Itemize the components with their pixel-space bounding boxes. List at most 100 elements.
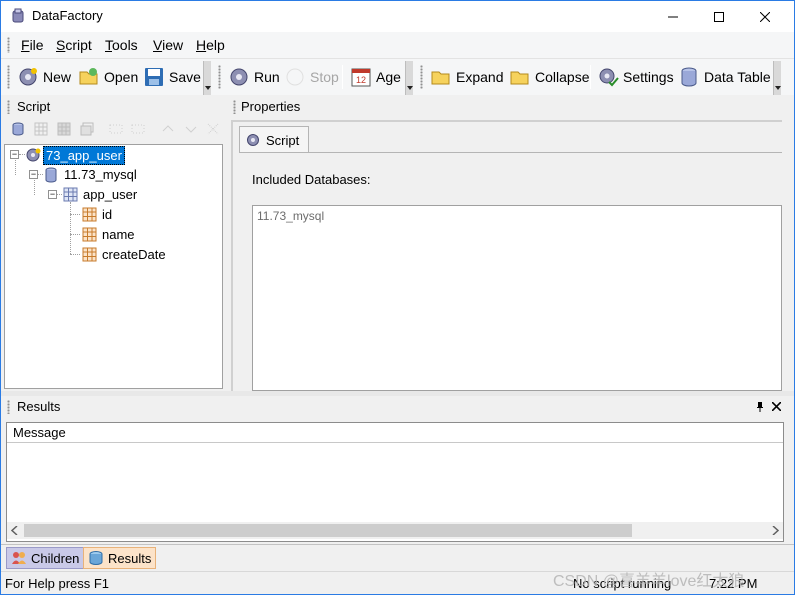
tables-icon[interactable] bbox=[80, 122, 94, 136]
script-gear-icon bbox=[26, 148, 41, 162]
expand-button[interactable]: Expand bbox=[428, 65, 505, 89]
results-list: Message bbox=[6, 422, 784, 542]
menu-tools[interactable]: Tools bbox=[105, 37, 138, 53]
age-button[interactable]: 12 Age bbox=[348, 65, 403, 89]
results-panel-title: Results bbox=[17, 399, 61, 414]
window-title: DataFactory bbox=[32, 8, 103, 23]
results-panel-header: Results bbox=[1, 396, 794, 418]
settings-button[interactable]: Settings bbox=[595, 65, 676, 89]
minimize-icon bbox=[668, 16, 678, 17]
gear-stop-icon bbox=[286, 68, 304, 86]
gear-settings-icon bbox=[599, 68, 619, 87]
gear-icon bbox=[247, 134, 259, 146]
tree-node-database[interactable]: 11.73_mysql bbox=[62, 166, 139, 183]
maximize-icon bbox=[714, 11, 724, 22]
collapse-button[interactable]: Collapse bbox=[507, 65, 591, 89]
tab-divider bbox=[239, 152, 782, 153]
new-button[interactable]: New bbox=[15, 65, 73, 89]
toolbar-overflow[interactable] bbox=[405, 61, 413, 95]
tab-results[interactable]: Results bbox=[83, 547, 157, 569]
people-icon bbox=[12, 552, 26, 564]
menu-view[interactable]: View bbox=[153, 37, 183, 53]
panel-grip bbox=[7, 100, 10, 114]
gear-run-icon bbox=[230, 68, 248, 86]
script-tree: − 73_app_user − 11.73_mysql − app_user i… bbox=[4, 144, 223, 389]
menu-script[interactable]: Script bbox=[56, 37, 92, 53]
panel-grip bbox=[233, 100, 236, 114]
tree-connector bbox=[38, 174, 43, 175]
dotted-box-icon[interactable] bbox=[109, 122, 123, 136]
tree-connector bbox=[70, 234, 80, 235]
included-databases-list[interactable]: 11.73_mysql bbox=[252, 205, 782, 391]
pin-icon[interactable] bbox=[755, 401, 765, 413]
minimize-button[interactable] bbox=[650, 1, 696, 32]
toolbar-grip bbox=[420, 65, 423, 89]
database-icon bbox=[681, 67, 697, 87]
tree-collapse-toggle[interactable]: − bbox=[29, 170, 38, 179]
toolbar-overflow[interactable] bbox=[203, 61, 211, 95]
tree-collapse-toggle[interactable]: − bbox=[10, 150, 19, 159]
tree-collapse-toggle[interactable]: − bbox=[48, 190, 57, 199]
dotted-box-icon[interactable] bbox=[131, 122, 145, 136]
maximize-button[interactable] bbox=[696, 1, 742, 32]
database-icon bbox=[45, 167, 57, 183]
scroll-left-icon[interactable] bbox=[11, 526, 19, 535]
tree-node-column[interactable]: name bbox=[100, 226, 137, 243]
column-icon bbox=[82, 207, 97, 222]
tree-connector bbox=[70, 254, 80, 255]
column-header-message[interactable]: Message bbox=[7, 423, 783, 443]
arrow-down-icon[interactable] bbox=[184, 122, 198, 136]
menu-help[interactable]: Help bbox=[196, 37, 225, 53]
data-table-button[interactable]: Data Table bbox=[676, 65, 773, 89]
tree-connector bbox=[70, 214, 80, 215]
menu-bar: File Script Tools View Help bbox=[1, 32, 794, 58]
svg-text:12: 12 bbox=[356, 75, 366, 85]
toolbar-grip bbox=[7, 65, 10, 89]
tab-script-label: Script bbox=[266, 132, 300, 148]
tab-script[interactable]: Script bbox=[239, 126, 309, 153]
column-icon bbox=[82, 227, 97, 242]
folder-collapse-icon bbox=[510, 71, 529, 85]
scroll-right-icon[interactable] bbox=[771, 526, 779, 535]
menu-file[interactable]: File bbox=[21, 37, 44, 53]
script-panel-title: Script bbox=[17, 99, 51, 114]
gear-new-icon bbox=[19, 68, 37, 86]
database-small-icon[interactable] bbox=[11, 122, 25, 136]
close-icon bbox=[760, 11, 770, 22]
arrow-up-icon[interactable] bbox=[161, 122, 175, 136]
folder-expand-icon bbox=[431, 71, 450, 85]
column-icon bbox=[82, 247, 97, 262]
toolbar-overflow[interactable] bbox=[773, 61, 781, 95]
close-button[interactable] bbox=[742, 1, 788, 32]
save-button[interactable]: Save bbox=[141, 65, 203, 89]
toolbar-grip bbox=[218, 65, 221, 89]
run-button[interactable]: Run bbox=[226, 65, 282, 89]
tree-node-script[interactable]: 73_app_user bbox=[43, 146, 125, 165]
app-icon bbox=[12, 8, 24, 23]
panel-grip bbox=[7, 400, 10, 414]
tree-node-column[interactable]: id bbox=[100, 206, 114, 223]
scrollbar-thumb[interactable] bbox=[24, 524, 632, 537]
tree-connector bbox=[57, 194, 62, 195]
database-list-item[interactable]: 11.73_mysql bbox=[257, 209, 777, 223]
status-help-text: For Help press F1 bbox=[5, 576, 110, 591]
open-button[interactable]: Open bbox=[76, 65, 140, 89]
close-icon[interactable] bbox=[772, 402, 781, 411]
grid-icon[interactable] bbox=[57, 122, 71, 136]
floppy-save-icon bbox=[145, 68, 163, 86]
tree-node-column[interactable]: createDate bbox=[100, 246, 168, 263]
horizontal-scrollbar[interactable] bbox=[7, 522, 783, 539]
tab-children-label: Children bbox=[31, 550, 80, 566]
watermark: CSDN @喜羊羊love红太狼 bbox=[553, 573, 745, 590]
delete-icon[interactable] bbox=[206, 122, 220, 136]
tree-node-table[interactable]: app_user bbox=[81, 186, 139, 203]
calendar-icon: 12 bbox=[351, 68, 371, 87]
tab-results-label: Results bbox=[108, 550, 152, 566]
results-icon bbox=[89, 551, 103, 565]
table-grid-icon bbox=[63, 187, 78, 202]
title-bar: DataFactory bbox=[1, 1, 794, 32]
table-icon[interactable] bbox=[34, 122, 48, 136]
stop-button[interactable]: Stop bbox=[282, 65, 341, 89]
toolbar-separator bbox=[342, 65, 343, 89]
tab-children[interactable]: Children bbox=[6, 547, 85, 569]
